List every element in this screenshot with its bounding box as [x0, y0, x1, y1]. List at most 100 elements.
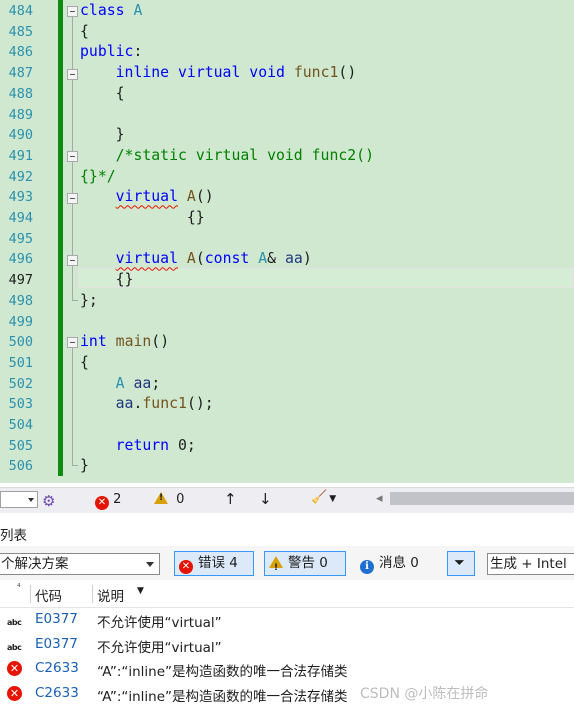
code-token: aa — [133, 374, 152, 392]
code-line[interactable]: int main() — [80, 332, 169, 353]
code-token: A — [115, 374, 125, 392]
code-token: : — [133, 43, 143, 61]
code-token: () — [195, 188, 214, 206]
code-line[interactable]: virtual A() — [80, 187, 214, 208]
code-line[interactable]: virtual A(const A& aa) — [80, 249, 312, 270]
horizontal-scrollbar[interactable] — [390, 492, 574, 505]
error-description: 不允许使用“virtual” — [97, 615, 222, 631]
code-line[interactable]: aa.func1(); — [80, 394, 214, 415]
code-token: () — [151, 333, 170, 351]
code-line[interactable]: { — [80, 22, 89, 43]
collapse-main-icon[interactable] — [67, 337, 78, 348]
column-header-description[interactable]: 说明 — [97, 585, 124, 605]
code-line[interactable]: } — [80, 456, 89, 477]
errors-filter-label: 错误 4 — [198, 555, 238, 571]
warning-count-indicator[interactable]: 0 — [154, 492, 184, 507]
warnings-filter-label: 警告 0 — [288, 555, 328, 571]
code-line[interactable]: A aa; — [80, 374, 161, 395]
scroll-left-button[interactable]: ◂ — [376, 491, 383, 506]
line-number: 505 — [8, 437, 33, 454]
error-code-link[interactable]: E0377 — [35, 636, 78, 652]
build-source-dropdown[interactable]: 生成 + Intel — [487, 553, 574, 575]
code-editor[interactable]: 484 485 486 487 488 489 490 491 492 493 494 495 496 4… — [0, 0, 574, 483]
line-number: 496 — [8, 251, 33, 268]
filter-icon: ⏷ — [454, 555, 465, 571]
warning-icon — [269, 556, 283, 580]
error-code-link[interactable]: E0377 — [35, 611, 78, 627]
warnings-filter-toggle[interactable]: 警告 0 — [264, 551, 346, 580]
code-token: 0; — [169, 436, 196, 454]
collapse-func1-icon[interactable] — [67, 69, 78, 80]
errors-filter-toggle[interactable]: ✕ 错误 4 — [174, 551, 254, 576]
fold-guide-end — [72, 465, 78, 466]
line-number: 498 — [8, 292, 33, 309]
code-token: aa — [115, 395, 134, 413]
code-token: & — [267, 250, 285, 268]
collapse-class-icon[interactable] — [67, 6, 78, 17]
next-issue-button[interactable]: ↓ — [259, 490, 272, 508]
code-line[interactable]: inline virtual void func1() — [80, 63, 357, 84]
code-line[interactable]: { — [80, 353, 89, 374]
error-count: 2 — [113, 492, 122, 507]
chevron-down-icon — [28, 498, 34, 502]
collapse-copy-constructor-icon[interactable] — [67, 255, 78, 266]
spell-check-icon: abc — [7, 642, 22, 652]
code-line[interactable]: {} — [80, 270, 134, 291]
line-number: 494 — [8, 210, 33, 226]
line-number: 485 — [8, 23, 33, 40]
code-line[interactable]: /*static virtual void func2() — [80, 146, 374, 167]
code-token: virtual — [115, 188, 178, 206]
error-code-link[interactable]: C2633 — [35, 660, 79, 676]
code-token: (); — [186, 395, 214, 413]
error-list-row[interactable]: abc E0377 不允许使用“virtual” — [0, 633, 574, 657]
code-line[interactable]: {}*/ — [80, 167, 116, 188]
intellicode-icon[interactable]: ⚙ — [42, 492, 55, 510]
column-options-icon[interactable]: ⁴ — [17, 583, 21, 593]
code-line[interactable]: public: — [80, 42, 142, 63]
code-token: {} — [80, 209, 205, 226]
code-token: { — [80, 84, 125, 102]
error-count-indicator[interactable]: ✕ 2 — [95, 492, 121, 510]
code-token: ; — [151, 374, 161, 392]
messages-filter-toggle[interactable]: i 消息 0 — [355, 551, 437, 576]
warning-count: 0 — [176, 492, 185, 507]
scope-dropdown[interactable]: 个解决方案 — [0, 553, 160, 575]
code-token: public — [80, 43, 134, 61]
error-list-row[interactable]: abc E0377 不允许使用“virtual” — [0, 608, 574, 632]
column-header-code[interactable]: 代码 — [35, 585, 62, 605]
code-token: func1 — [293, 64, 339, 82]
code-cleanup-button[interactable]: 🧹 ▼ — [311, 490, 336, 505]
error-description: 不允许使用“virtual” — [97, 639, 222, 656]
code-token: A — [258, 250, 268, 268]
code-line[interactable]: { — [80, 84, 125, 105]
previous-issue-button[interactable]: ↑ — [224, 490, 237, 508]
collapse-constructor-icon[interactable] — [67, 193, 78, 204]
code-token: virtual — [115, 250, 178, 268]
error-icon: ✕ — [7, 660, 22, 676]
error-list-toolbar: 个解决方案 ✕ 错误 4 警告 0 i 消息 0 ⏷ 生成 + Intel — [0, 546, 574, 580]
code-line[interactable]: } — [80, 125, 125, 146]
code-token: func1 — [142, 395, 187, 413]
zoom-dropdown[interactable] — [0, 491, 38, 508]
spell-check-icon: abc — [7, 618, 22, 627]
filter-button[interactable]: ⏷ — [447, 551, 475, 576]
watermark: CSDN @​​小陈在拼命​​ — [360, 686, 489, 702]
sort-down-icon[interactable]: ▼ — [137, 586, 144, 596]
code-line[interactable]: {} — [80, 208, 205, 229]
build-source-value: 生成 + Intel — [490, 556, 567, 572]
line-number: 487 — [8, 65, 33, 82]
code-line[interactable]: }; — [80, 291, 98, 312]
collapse-comment-icon[interactable] — [67, 151, 78, 162]
code-token: ( — [195, 250, 205, 268]
error-list-row[interactable]: ✕ C2633 “A”:“inline”是构造函数的唯一合法存储类 — [0, 657, 574, 681]
warning-icon — [154, 492, 168, 504]
column-divider[interactable] — [30, 585, 31, 603]
code-line[interactable]: class A — [80, 1, 142, 22]
error-code-link[interactable]: C2633 — [35, 685, 79, 701]
column-divider[interactable] — [92, 585, 93, 603]
code-line[interactable]: return 0; — [80, 436, 196, 457]
chevron-down-icon — [146, 562, 154, 567]
code-token: {} — [80, 271, 134, 289]
